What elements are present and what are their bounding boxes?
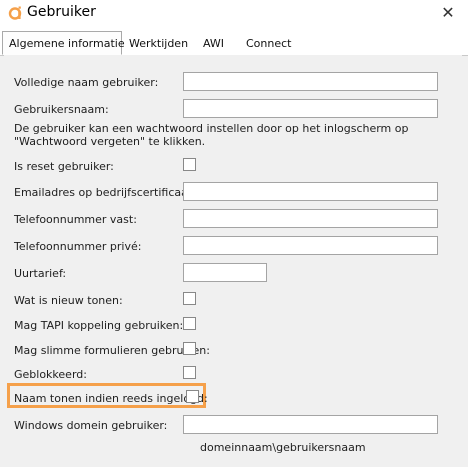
tapi-coupling-label: Mag TAPI koppeling gebruiken:: [14, 319, 184, 332]
windows-domain-user-label: Windows domein gebruiker:: [14, 419, 168, 432]
smart-forms-label: Mag slimme formulieren gebruiken:: [14, 344, 210, 357]
title-bar: Gebruiker ✕: [0, 0, 468, 28]
windows-domain-user-input[interactable]: [183, 415, 438, 434]
company-cert-email-input[interactable]: [183, 182, 438, 201]
smart-forms-checkbox[interactable]: [183, 342, 196, 355]
windows-domain-user-hint: domeinnaam\gebruikersnaam: [200, 441, 366, 454]
phone-fixed-label: Telefoonnummer vast:: [14, 213, 137, 226]
phone-private-input[interactable]: [183, 236, 438, 255]
full-name-label: Volledige naam gebruiker:: [14, 76, 159, 89]
hourly-rate-label: Uurtarief:: [14, 267, 67, 280]
tab-bar: Algemene informatie Werktijden AWI Conne…: [0, 28, 468, 56]
tab-algemene-informatie[interactable]: Algemene informatie: [2, 31, 125, 55]
close-button[interactable]: ✕: [435, 2, 461, 24]
show-whats-new-checkbox[interactable]: [183, 292, 196, 305]
is-reset-label: Is reset gebruiker:: [14, 160, 114, 173]
window-title: Gebruiker: [27, 4, 96, 20]
tab-awi[interactable]: AWI: [203, 34, 224, 54]
show-name-logged-in-checkbox[interactable]: [186, 390, 199, 403]
tab-werktijden[interactable]: Werktijden: [129, 34, 188, 54]
blocked-checkbox[interactable]: [183, 366, 196, 379]
show-name-logged-in-label: Naam tonen indien reeds ingelogd:: [14, 392, 208, 405]
password-info-text: De gebruiker kan een wachtwoord instelle…: [14, 122, 409, 148]
blocked-label: Geblokkeerd:: [14, 368, 87, 381]
tapi-coupling-checkbox[interactable]: [183, 317, 196, 330]
hourly-rate-input[interactable]: [183, 263, 267, 282]
tab-connect[interactable]: Connect: [246, 34, 291, 54]
app-logo-icon: [8, 6, 22, 20]
company-cert-email-label: Emailadres op bedrijfscertificaat:: [14, 186, 196, 199]
username-input[interactable]: [183, 99, 438, 118]
phone-private-label: Telefoonnummer privé:: [14, 240, 142, 253]
full-name-input[interactable]: [183, 72, 438, 91]
phone-fixed-input[interactable]: [183, 209, 438, 228]
close-icon: ✕: [441, 3, 455, 22]
show-whats-new-label: Wat is nieuw tonen:: [14, 294, 123, 307]
general-info-panel: Volledige naam gebruiker: Gebruikersnaam…: [4, 55, 462, 463]
is-reset-checkbox[interactable]: [183, 158, 196, 171]
username-label: Gebruikersnaam:: [14, 103, 109, 116]
